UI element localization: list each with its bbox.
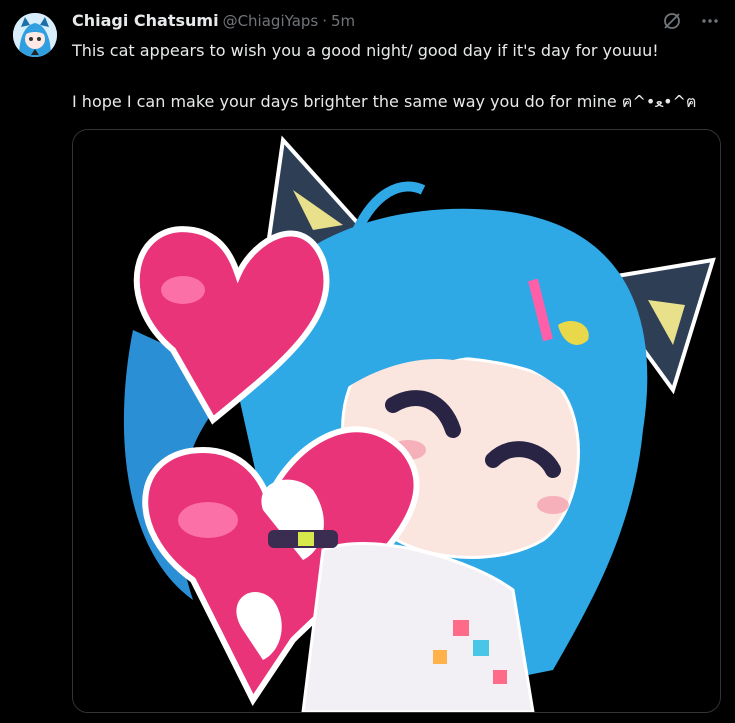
display-name[interactable]: Chiagi Chatsumi — [72, 11, 219, 30]
tweet-image[interactable] — [72, 129, 721, 713]
grok-icon[interactable] — [661, 10, 683, 32]
separator-dot: · — [322, 12, 328, 30]
tweet-header: Chiagi Chatsumi @ChiagiYaps · 5m — [72, 11, 355, 30]
handle[interactable]: @ChiagiYaps — [223, 12, 319, 30]
tweet-actions — [661, 10, 721, 32]
more-icon[interactable] — [699, 10, 721, 32]
tweet-text-line: I hope I can make your days brighter the… — [72, 92, 697, 111]
tweet-text-line: This cat appears to wish you a good nigh… — [72, 41, 659, 60]
tweet-text: This cat appears to wish you a good nigh… — [72, 38, 722, 115]
avatar[interactable] — [13, 13, 57, 57]
timestamp[interactable]: 5m — [331, 12, 355, 30]
cat-girl-heart-illustration — [73, 130, 720, 712]
